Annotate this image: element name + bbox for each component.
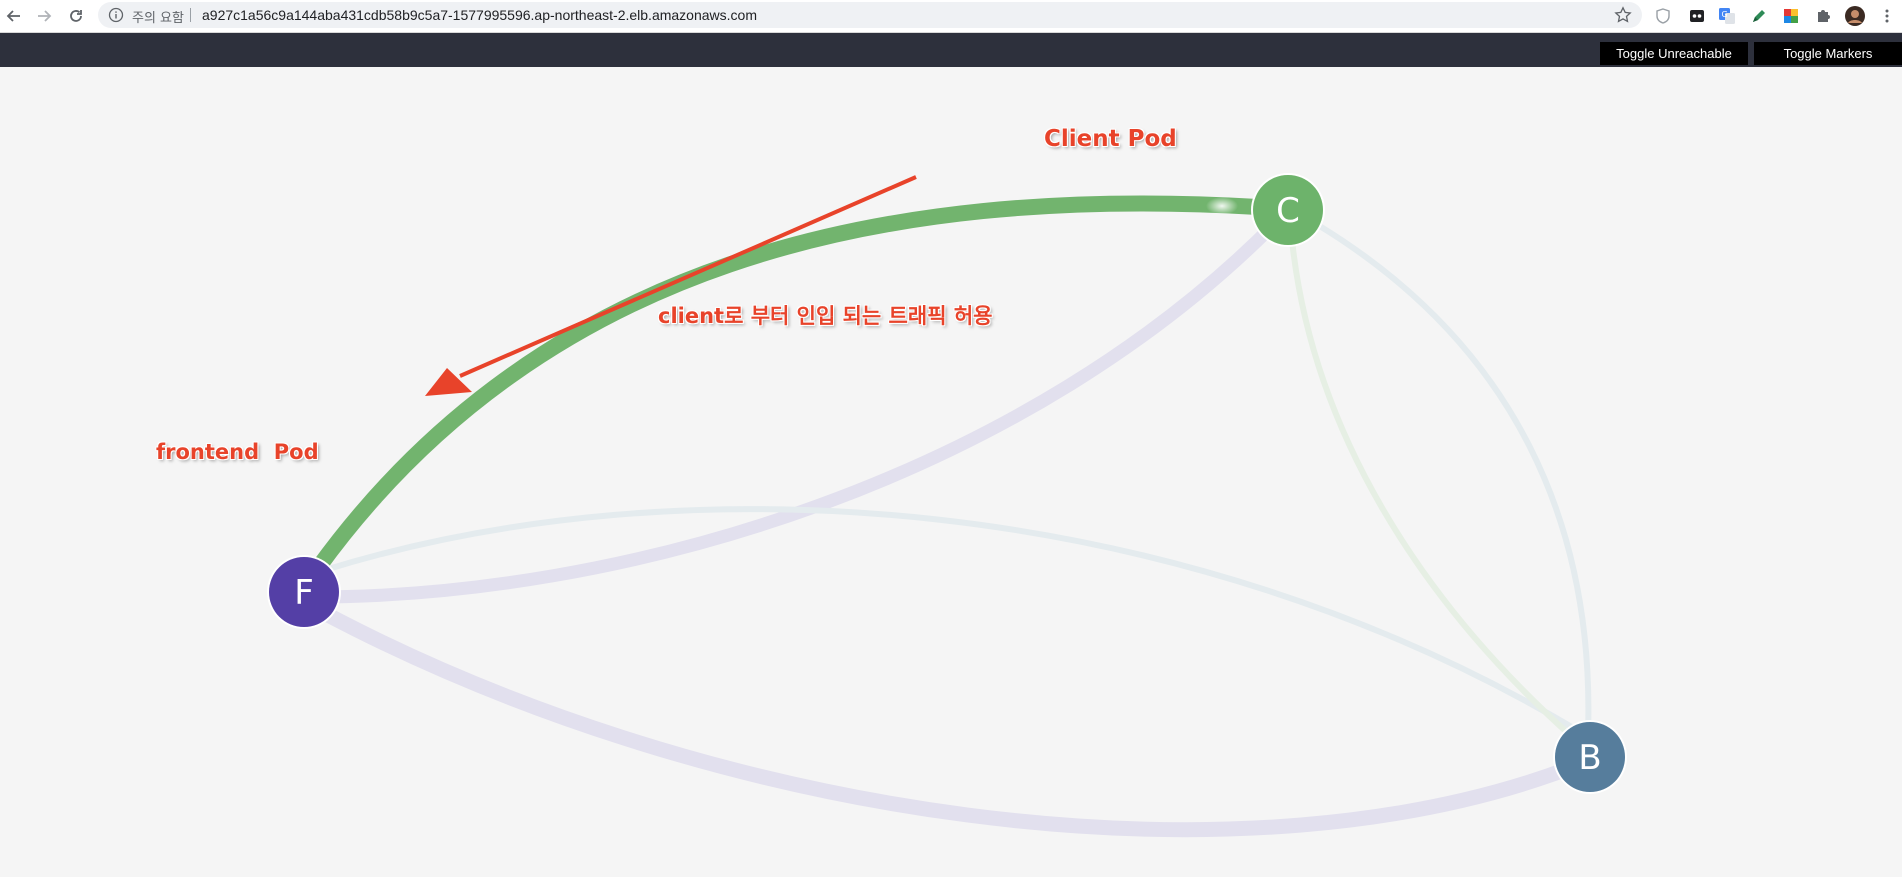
app-header-bar: Toggle Unreachable Toggle Markers [0, 33, 1902, 67]
extension-grid-icon[interactable] [1780, 5, 1802, 27]
edge-glow [1206, 197, 1238, 215]
security-label[interactable]: 주의 요함 [132, 7, 184, 26]
extension-mask-icon[interactable] [1686, 5, 1708, 27]
reload-icon[interactable] [64, 4, 88, 28]
node-f-label: F [294, 573, 314, 613]
address-bar[interactable]: 주의 요함 a927c1a56c9a144aba431cdb58b9c5a7-1… [98, 2, 1642, 28]
edge-f-b [296, 593, 1593, 838]
annotation-frontend-pod: frontend Pod [156, 440, 319, 464]
node-c-label: C [1276, 191, 1300, 231]
node-f[interactable]: F [267, 555, 341, 629]
annotation-traffic-note: client로 부터 인입 되는 트래픽 허용 [658, 304, 993, 328]
bookmark-star-icon[interactable] [1614, 6, 1632, 24]
forward-icon[interactable] [32, 4, 56, 28]
extension-shield-icon[interactable] [1652, 5, 1674, 27]
info-icon[interactable] [108, 7, 124, 23]
omnibox-divider [190, 8, 191, 22]
url-text[interactable]: a927c1a56c9a144aba431cdb58b9c5a7-1577995… [202, 7, 757, 23]
network-graph: C F B [267, 173, 1627, 838]
profile-avatar[interactable] [1844, 5, 1866, 27]
node-b-label: B [1578, 738, 1601, 778]
extension-pen-icon[interactable] [1748, 5, 1770, 27]
node-b[interactable]: B [1553, 720, 1627, 794]
back-icon[interactable] [2, 4, 26, 28]
annotation-client-pod: Client Pod [1044, 126, 1177, 152]
edge-c-b [1316, 222, 1592, 736]
svg-text:G: G [1722, 10, 1728, 19]
node-c[interactable]: C [1251, 173, 1325, 247]
extension-translate-icon[interactable]: G [1716, 5, 1738, 27]
browser-toolbar: 주의 요함 a927c1a56c9a144aba431cdb58b9c5a7-1… [0, 0, 1902, 33]
toggle-markers-button[interactable]: Toggle Markers [1754, 42, 1902, 65]
extensions-puzzle-icon[interactable] [1812, 5, 1834, 27]
browser-menu-icon[interactable] [1876, 5, 1898, 27]
toggle-unreachable-button[interactable]: Toggle Unreachable [1600, 42, 1748, 65]
